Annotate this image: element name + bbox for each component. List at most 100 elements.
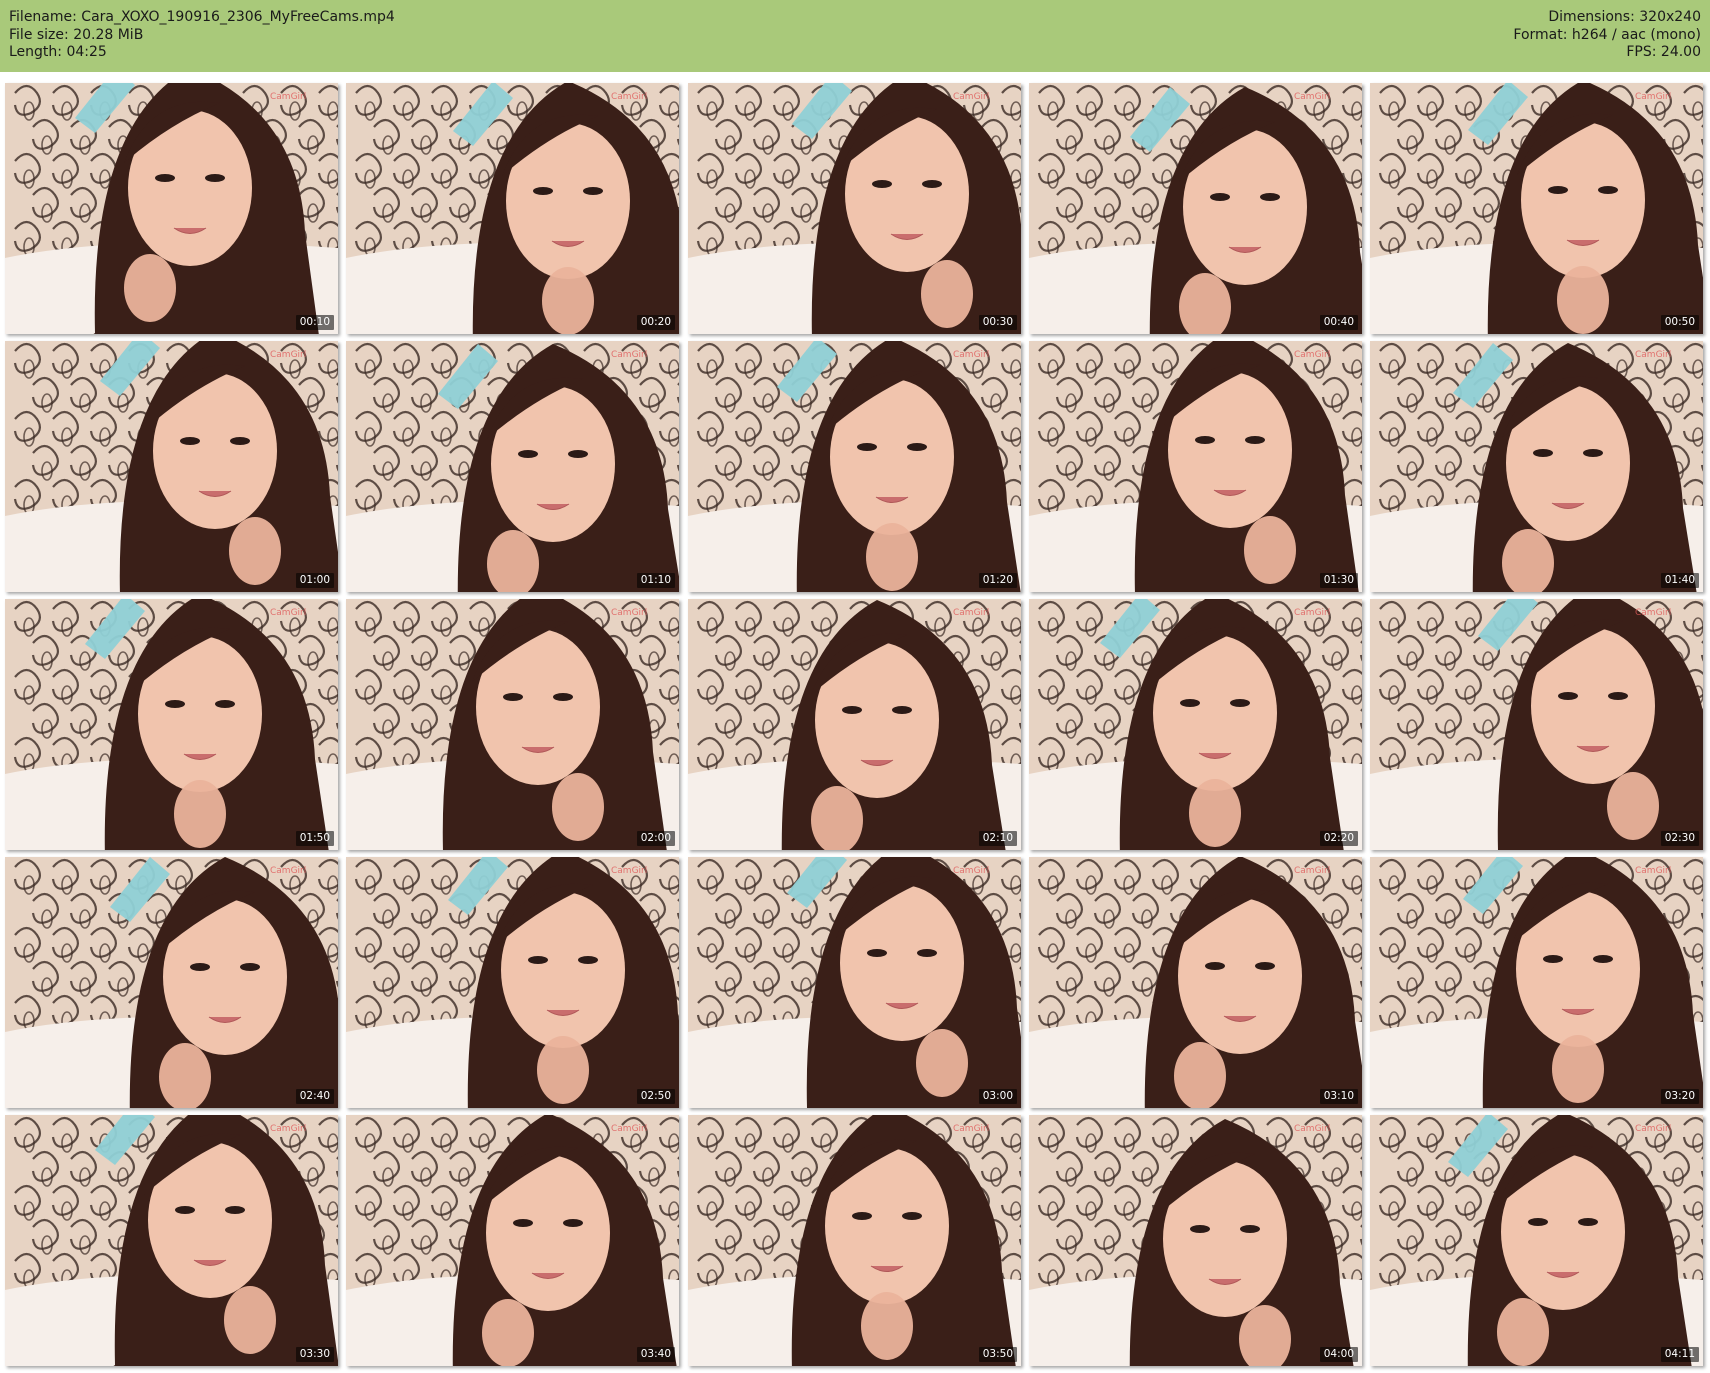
svg-text:CamGirl: CamGirl	[611, 350, 647, 360]
timestamp-label: 04:11	[1660, 1347, 1699, 1362]
thumbnail-image: CamGirl	[5, 83, 338, 334]
video-thumbnail: CamGirl 02:20	[1029, 599, 1362, 850]
video-thumbnail: CamGirl 02:40	[5, 857, 338, 1108]
timestamp-label: 01:50	[295, 831, 334, 846]
video-thumbnail: CamGirl 01:00	[5, 341, 338, 592]
timestamp-label: 04:00	[1319, 1347, 1358, 1362]
svg-text:CamGirl: CamGirl	[611, 92, 647, 102]
thumbnail-image: CamGirl	[1370, 599, 1703, 850]
timestamp-label: 00:30	[978, 315, 1017, 330]
video-thumbnail: CamGirl 04:00	[1029, 1115, 1362, 1366]
video-thumbnail: CamGirl 03:40	[346, 1115, 679, 1366]
thumbnail-image: CamGirl	[346, 83, 679, 334]
svg-text:CamGirl: CamGirl	[1294, 608, 1330, 618]
video-thumbnail: CamGirl 03:20	[1370, 857, 1703, 1108]
timestamp-label: 01:10	[636, 573, 675, 588]
svg-text:CamGirl: CamGirl	[1294, 350, 1330, 360]
video-thumbnail: CamGirl 02:30	[1370, 599, 1703, 850]
thumbnail-image: CamGirl	[346, 1115, 679, 1366]
timestamp-label: 01:30	[1319, 573, 1358, 588]
video-thumbnail: CamGirl 01:30	[1029, 341, 1362, 592]
thumbnail-image: CamGirl	[1029, 341, 1362, 592]
thumbnail-image: CamGirl	[346, 341, 679, 592]
thumbnail-image: CamGirl	[5, 1115, 338, 1366]
video-thumbnail: CamGirl 00:50	[1370, 83, 1703, 334]
thumbnail-image: CamGirl	[1029, 83, 1362, 334]
svg-text:CamGirl: CamGirl	[270, 866, 306, 876]
thumbnail-image: CamGirl	[688, 341, 1021, 592]
video-thumbnail: CamGirl 01:10	[346, 341, 679, 592]
timestamp-label: 03:40	[636, 1347, 675, 1362]
video-thumbnail: CamGirl 02:00	[346, 599, 679, 850]
timestamp-label: 00:40	[1319, 315, 1358, 330]
thumbnail-image: CamGirl	[1029, 1115, 1362, 1366]
svg-text:CamGirl: CamGirl	[270, 1124, 306, 1134]
video-thumbnail: CamGirl 00:30	[688, 83, 1021, 334]
timestamp-label: 03:10	[1319, 1089, 1358, 1104]
video-thumbnail: CamGirl 04:11	[1370, 1115, 1703, 1366]
thumbnail-grid: CamGirl 00:10 CamGirl 00:20 CamGirl 00:30 CamG…	[0, 0, 1710, 1373]
timestamp-label: 00:50	[1660, 315, 1699, 330]
svg-text:CamGirl: CamGirl	[953, 1124, 989, 1134]
video-thumbnail: CamGirl 03:30	[5, 1115, 338, 1366]
video-thumbnail: CamGirl 00:10	[5, 83, 338, 334]
svg-text:CamGirl: CamGirl	[953, 866, 989, 876]
thumbnail-image: CamGirl	[1029, 599, 1362, 850]
svg-text:CamGirl: CamGirl	[1635, 350, 1671, 360]
video-thumbnail: CamGirl 03:50	[688, 1115, 1021, 1366]
timestamp-label: 03:00	[978, 1089, 1017, 1104]
svg-text:CamGirl: CamGirl	[1635, 608, 1671, 618]
svg-text:CamGirl: CamGirl	[270, 350, 306, 360]
video-thumbnail: CamGirl 01:20	[688, 341, 1021, 592]
svg-text:CamGirl: CamGirl	[611, 608, 647, 618]
thumbnail-image: CamGirl	[1370, 83, 1703, 334]
timestamp-label: 02:40	[295, 1089, 334, 1104]
timestamp-label: 01:20	[978, 573, 1017, 588]
timestamp-label: 00:10	[295, 315, 334, 330]
thumbnail-image: CamGirl	[5, 857, 338, 1108]
thumbnail-image: CamGirl	[688, 83, 1021, 334]
video-thumbnail: CamGirl 00:20	[346, 83, 679, 334]
timestamp-label: 03:50	[978, 1347, 1017, 1362]
timestamp-label: 02:50	[636, 1089, 675, 1104]
video-thumbnail: CamGirl 01:50	[5, 599, 338, 850]
svg-text:CamGirl: CamGirl	[611, 866, 647, 876]
timestamp-label: 00:20	[636, 315, 675, 330]
thumbnail-image: CamGirl	[1370, 341, 1703, 592]
video-thumbnail: CamGirl 02:50	[346, 857, 679, 1108]
svg-text:CamGirl: CamGirl	[1294, 866, 1330, 876]
thumbnail-image: CamGirl	[5, 341, 338, 592]
thumbnail-image: CamGirl	[346, 599, 679, 850]
svg-text:CamGirl: CamGirl	[1294, 92, 1330, 102]
video-thumbnail: CamGirl 01:40	[1370, 341, 1703, 592]
video-thumbnail: CamGirl 00:40	[1029, 83, 1362, 334]
thumbnail-image: CamGirl	[5, 599, 338, 850]
video-thumbnail: CamGirl 02:10	[688, 599, 1021, 850]
thumbnail-image: CamGirl	[1370, 1115, 1703, 1366]
svg-text:CamGirl: CamGirl	[611, 1124, 647, 1134]
timestamp-label: 01:40	[1660, 573, 1699, 588]
thumbnail-image: CamGirl	[1370, 857, 1703, 1108]
thumbnail-image: CamGirl	[1029, 857, 1362, 1108]
timestamp-label: 02:10	[978, 831, 1017, 846]
timestamp-label: 03:30	[295, 1347, 334, 1362]
video-thumbnail: CamGirl 03:10	[1029, 857, 1362, 1108]
thumbnail-image: CamGirl	[346, 857, 679, 1108]
svg-text:CamGirl: CamGirl	[270, 92, 306, 102]
thumbnail-image: CamGirl	[688, 599, 1021, 850]
svg-text:CamGirl: CamGirl	[953, 608, 989, 618]
timestamp-label: 03:20	[1660, 1089, 1699, 1104]
svg-text:CamGirl: CamGirl	[1294, 1124, 1330, 1134]
video-thumbnail: CamGirl 03:00	[688, 857, 1021, 1108]
timestamp-label: 01:00	[295, 573, 334, 588]
svg-text:CamGirl: CamGirl	[953, 350, 989, 360]
timestamp-label: 02:30	[1660, 831, 1699, 846]
svg-text:CamGirl: CamGirl	[1635, 92, 1671, 102]
thumbnail-image: CamGirl	[688, 1115, 1021, 1366]
svg-text:CamGirl: CamGirl	[953, 92, 989, 102]
svg-text:CamGirl: CamGirl	[1635, 1124, 1671, 1134]
timestamp-label: 02:00	[636, 831, 675, 846]
timestamp-label: 02:20	[1319, 831, 1358, 846]
svg-text:CamGirl: CamGirl	[270, 608, 306, 618]
svg-text:CamGirl: CamGirl	[1635, 866, 1671, 876]
